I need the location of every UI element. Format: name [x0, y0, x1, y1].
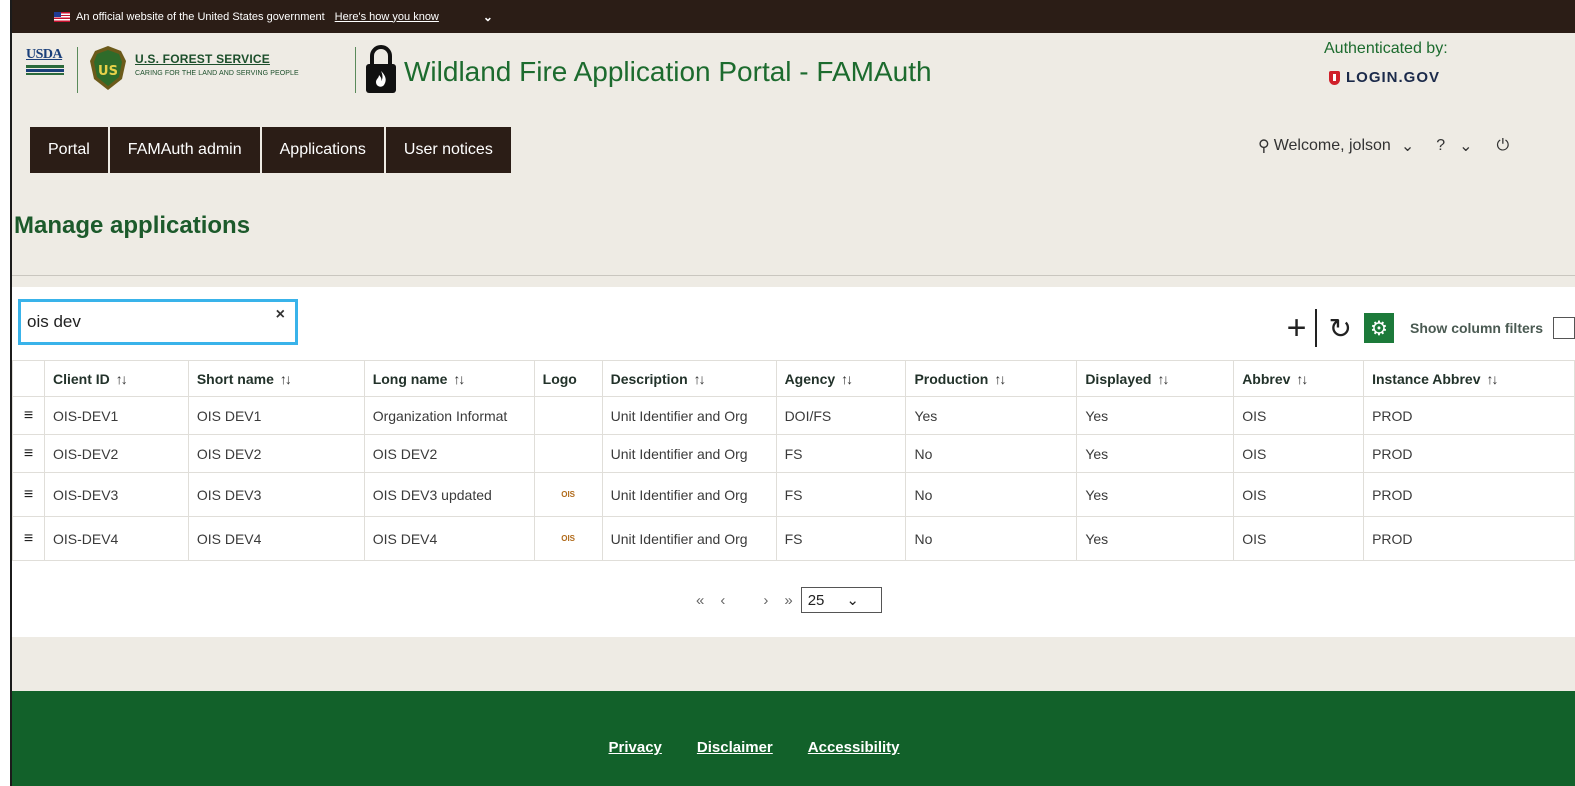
settings-gear-icon[interactable]: ⚙: [1363, 313, 1394, 343]
left-frame: [0, 0, 12, 786]
authenticated-by-label: Authenticated by:: [1324, 40, 1448, 57]
app-logo: OIS: [533, 516, 603, 561]
lock-flame-icon: [366, 45, 396, 93]
column-header[interactable]: Client ID ↑↓: [43, 360, 189, 397]
heres-how-you-know-link[interactable]: Here's how you know: [335, 11, 439, 23]
agency-tagline: CARING FOR THE LAND AND SERVING PEOPLE: [135, 70, 299, 77]
applications-panel: ois dev × + ↻ ⚙ Show column filters Clie…: [12, 287, 1575, 637]
row-menu-icon[interactable]: ≡: [12, 396, 45, 435]
svg-text:US: US: [98, 64, 118, 79]
pagination: « ‹ › » 25 ⌄: [696, 587, 882, 613]
footer-privacy-link[interactable]: Privacy: [609, 739, 662, 786]
row-menu-icon[interactable]: ≡: [12, 516, 45, 561]
column-header[interactable]: Agency ↑↓: [775, 360, 907, 397]
chevron-down-icon[interactable]: ⌄: [1401, 136, 1414, 156]
sort-icon: ↑↓: [279, 370, 292, 387]
table-row[interactable]: ≡ OIS-DEV3 OIS DEV3 OIS DEV3 updated OIS…: [12, 472, 1575, 517]
row-menu-header: [12, 360, 45, 397]
table-row[interactable]: ≡ OIS-DEV1 OIS DEV1 Organization Informa…: [12, 396, 1575, 435]
nav-applications[interactable]: Applications: [261, 127, 384, 173]
sort-icon: ↑↓: [1296, 370, 1308, 387]
divider: [355, 47, 356, 93]
column-header[interactable]: Short name ↑↓: [187, 360, 365, 397]
site-header: USDA US U.S. FOREST SERVICE CARING FOR T…: [12, 33, 1575, 138]
site-footer: Privacy Disclaimer Accessibility: [12, 691, 1575, 786]
column-header[interactable]: Instance Abbrev ↑↓: [1363, 360, 1575, 397]
login-gov-shield-icon: [1329, 70, 1340, 85]
chevron-down-icon[interactable]: ⌄: [1459, 136, 1472, 156]
row-menu-icon[interactable]: ≡: [12, 434, 45, 473]
chevron-down-icon: ⌄: [846, 592, 859, 609]
column-header[interactable]: Long name ↑↓: [363, 360, 535, 397]
search-input[interactable]: ois dev ×: [18, 299, 298, 345]
nav-user-notices[interactable]: User notices: [385, 127, 511, 173]
prev-page-icon[interactable]: ‹: [720, 592, 725, 609]
column-header[interactable]: Production ↑↓: [905, 360, 1078, 397]
gov-banner-text: An official website of the United States…: [76, 10, 325, 23]
agency-name[interactable]: U.S. FOREST SERVICE: [135, 52, 270, 66]
welcome-user-menu[interactable]: Welcome, jolson: [1274, 137, 1391, 155]
divider: [77, 47, 78, 93]
app-title: Wildland Fire Application Portal - FAMAu…: [404, 56, 932, 87]
clear-search-icon[interactable]: ×: [276, 306, 285, 324]
show-column-filters-checkbox[interactable]: [1553, 317, 1575, 339]
column-header[interactable]: Description ↑↓: [601, 360, 777, 397]
page-title: Manage applications: [14, 212, 251, 239]
us-flag-icon: [54, 11, 70, 22]
main-nav: Portal FAMAuth admin Applications User n…: [30, 127, 511, 173]
sort-icon: ↑↓: [693, 370, 706, 387]
gov-banner: An official website of the United States…: [12, 0, 1575, 33]
first-page-icon[interactable]: «: [696, 592, 704, 609]
footer-accessibility-link[interactable]: Accessibility: [808, 739, 900, 786]
table-toolbar: + ↻ ⚙ Show column filters: [1287, 309, 1575, 347]
login-gov-logo: LOGIN.GOV: [1329, 69, 1440, 86]
nav-portal[interactable]: Portal: [30, 127, 108, 173]
footer-disclaimer-link[interactable]: Disclaimer: [697, 739, 773, 786]
sort-icon: ↑↓: [115, 370, 128, 387]
user-icon: ⚲: [1258, 138, 1270, 155]
sort-icon: ↑↓: [1486, 370, 1498, 387]
sort-icon: ↑↓: [453, 370, 465, 387]
page-size-select[interactable]: 25 ⌄: [800, 587, 882, 613]
table-row[interactable]: ≡ OIS-DEV2 OIS DEV2 OIS DEV2 Unit Identi…: [12, 434, 1575, 473]
power-icon[interactable]: ⏻: [1497, 137, 1510, 155]
sort-icon: ↑↓: [841, 370, 853, 387]
applications-table: Client ID ↑↓ Short name ↑↓ Long name ↑↓ Log…: [12, 360, 1575, 561]
chevron-down-icon[interactable]: ⌄: [483, 10, 493, 24]
row-menu-icon[interactable]: ≡: [12, 472, 45, 517]
column-header[interactable]: Displayed ↑↓: [1076, 360, 1235, 397]
next-page-icon[interactable]: ›: [763, 592, 768, 609]
divider: [12, 275, 1575, 276]
refresh-icon[interactable]: ↻: [1329, 312, 1352, 345]
table-header-row: Client ID ↑↓ Short name ↑↓ Long name ↑↓ Log…: [12, 360, 1575, 397]
usda-logo[interactable]: USDA: [26, 47, 64, 83]
column-header: Logo: [533, 360, 603, 397]
last-page-icon[interactable]: »: [784, 592, 792, 609]
sort-icon: ↑↓: [1157, 370, 1169, 387]
divider: [1314, 309, 1317, 347]
nav-famauth-admin[interactable]: FAMAuth admin: [109, 127, 260, 173]
add-icon[interactable]: +: [1287, 311, 1307, 345]
table-row[interactable]: ≡ OIS-DEV4 OIS DEV4 OIS DEV4 OIS Unit Id…: [12, 516, 1575, 561]
show-column-filters-label: Show column filters: [1409, 320, 1543, 336]
forest-service-shield-icon[interactable]: US: [88, 45, 128, 91]
user-menu-area: ⚲ Welcome, jolson ⌄ ? ⌄ ⏻: [1258, 136, 1509, 156]
app-logo: OIS: [533, 472, 603, 517]
sort-icon: ↑↓: [994, 370, 1006, 387]
help-icon[interactable]: ?: [1436, 137, 1445, 155]
column-header[interactable]: Abbrev ↑↓: [1233, 360, 1365, 397]
